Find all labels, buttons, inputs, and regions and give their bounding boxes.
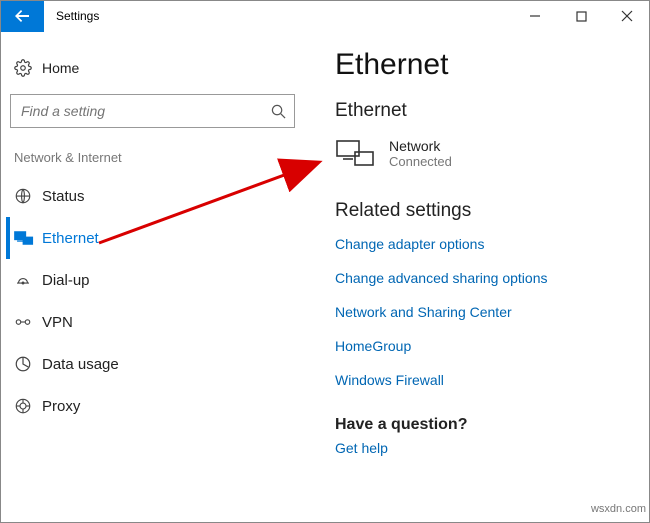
search-field[interactable]	[19, 102, 270, 120]
sidebar-item-status[interactable]: Status	[6, 175, 299, 217]
related-heading: Related settings	[335, 200, 630, 222]
sidebar: Home Network & Internet Status Ethernet	[0, 32, 305, 523]
network-monitor-icon	[335, 136, 375, 170]
link-windows-firewall[interactable]: Windows Firewall	[335, 372, 630, 388]
arrow-left-icon	[14, 8, 30, 24]
search-input[interactable]	[10, 94, 295, 128]
link-network-sharing-center[interactable]: Network and Sharing Center	[335, 304, 630, 320]
sidebar-item-vpn[interactable]: VPN	[6, 301, 299, 343]
maximize-icon	[576, 11, 587, 22]
page-title: Ethernet	[335, 48, 630, 82]
link-get-help[interactable]: Get help	[335, 440, 630, 456]
sidebar-item-label: Status	[42, 188, 85, 205]
sidebar-home[interactable]: Home	[6, 48, 299, 88]
globe-icon	[14, 187, 42, 205]
sidebar-item-label: Ethernet	[42, 230, 99, 247]
datausage-icon	[14, 355, 42, 373]
link-advanced-sharing[interactable]: Change advanced sharing options	[335, 270, 630, 286]
sidebar-category: Network & Internet	[6, 144, 299, 175]
question-heading: Have a question?	[335, 416, 630, 434]
link-homegroup[interactable]: HomeGroup	[335, 338, 630, 354]
minimize-button[interactable]	[512, 0, 558, 32]
link-change-adapter[interactable]: Change adapter options	[335, 236, 630, 252]
main-content: Ethernet Ethernet Network Connected Rela…	[305, 32, 650, 523]
sidebar-item-label: VPN	[42, 314, 73, 331]
watermark: wsxdn.com	[591, 503, 646, 515]
network-status: Connected	[389, 154, 452, 169]
sidebar-item-label: Data usage	[42, 356, 119, 373]
sidebar-item-label: Proxy	[42, 398, 80, 415]
home-label: Home	[42, 60, 79, 76]
network-item[interactable]: Network Connected	[335, 136, 630, 170]
section-heading: Ethernet	[335, 100, 630, 122]
title-bar: Settings	[0, 0, 650, 32]
sidebar-item-proxy[interactable]: Proxy	[6, 385, 299, 427]
search-icon	[270, 104, 286, 119]
back-button[interactable]	[0, 0, 44, 32]
ethernet-icon	[14, 229, 42, 247]
maximize-button[interactable]	[558, 0, 604, 32]
close-button[interactable]	[604, 0, 650, 32]
vpn-icon	[14, 313, 42, 331]
proxy-icon	[14, 397, 42, 415]
close-icon	[621, 10, 633, 22]
gear-icon	[14, 59, 42, 77]
sidebar-item-dialup[interactable]: Dial-up	[6, 259, 299, 301]
sidebar-item-datausage[interactable]: Data usage	[6, 343, 299, 385]
network-name: Network	[389, 138, 452, 154]
sidebar-item-label: Dial-up	[42, 272, 90, 289]
minimize-icon	[529, 10, 541, 22]
dialup-icon	[14, 271, 42, 289]
window-title: Settings	[44, 0, 111, 32]
sidebar-item-ethernet[interactable]: Ethernet	[6, 217, 299, 259]
